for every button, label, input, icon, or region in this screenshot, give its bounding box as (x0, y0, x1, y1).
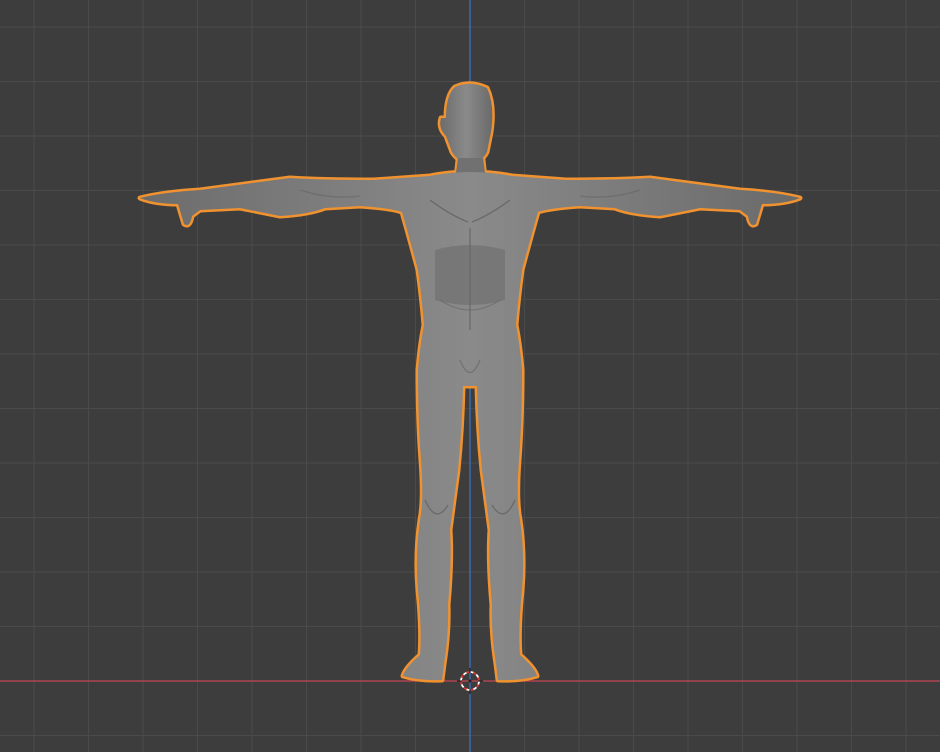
3d-cursor-icon[interactable] (457, 668, 483, 694)
viewport-canvas[interactable] (0, 0, 940, 752)
3d-viewport[interactable] (0, 0, 940, 752)
